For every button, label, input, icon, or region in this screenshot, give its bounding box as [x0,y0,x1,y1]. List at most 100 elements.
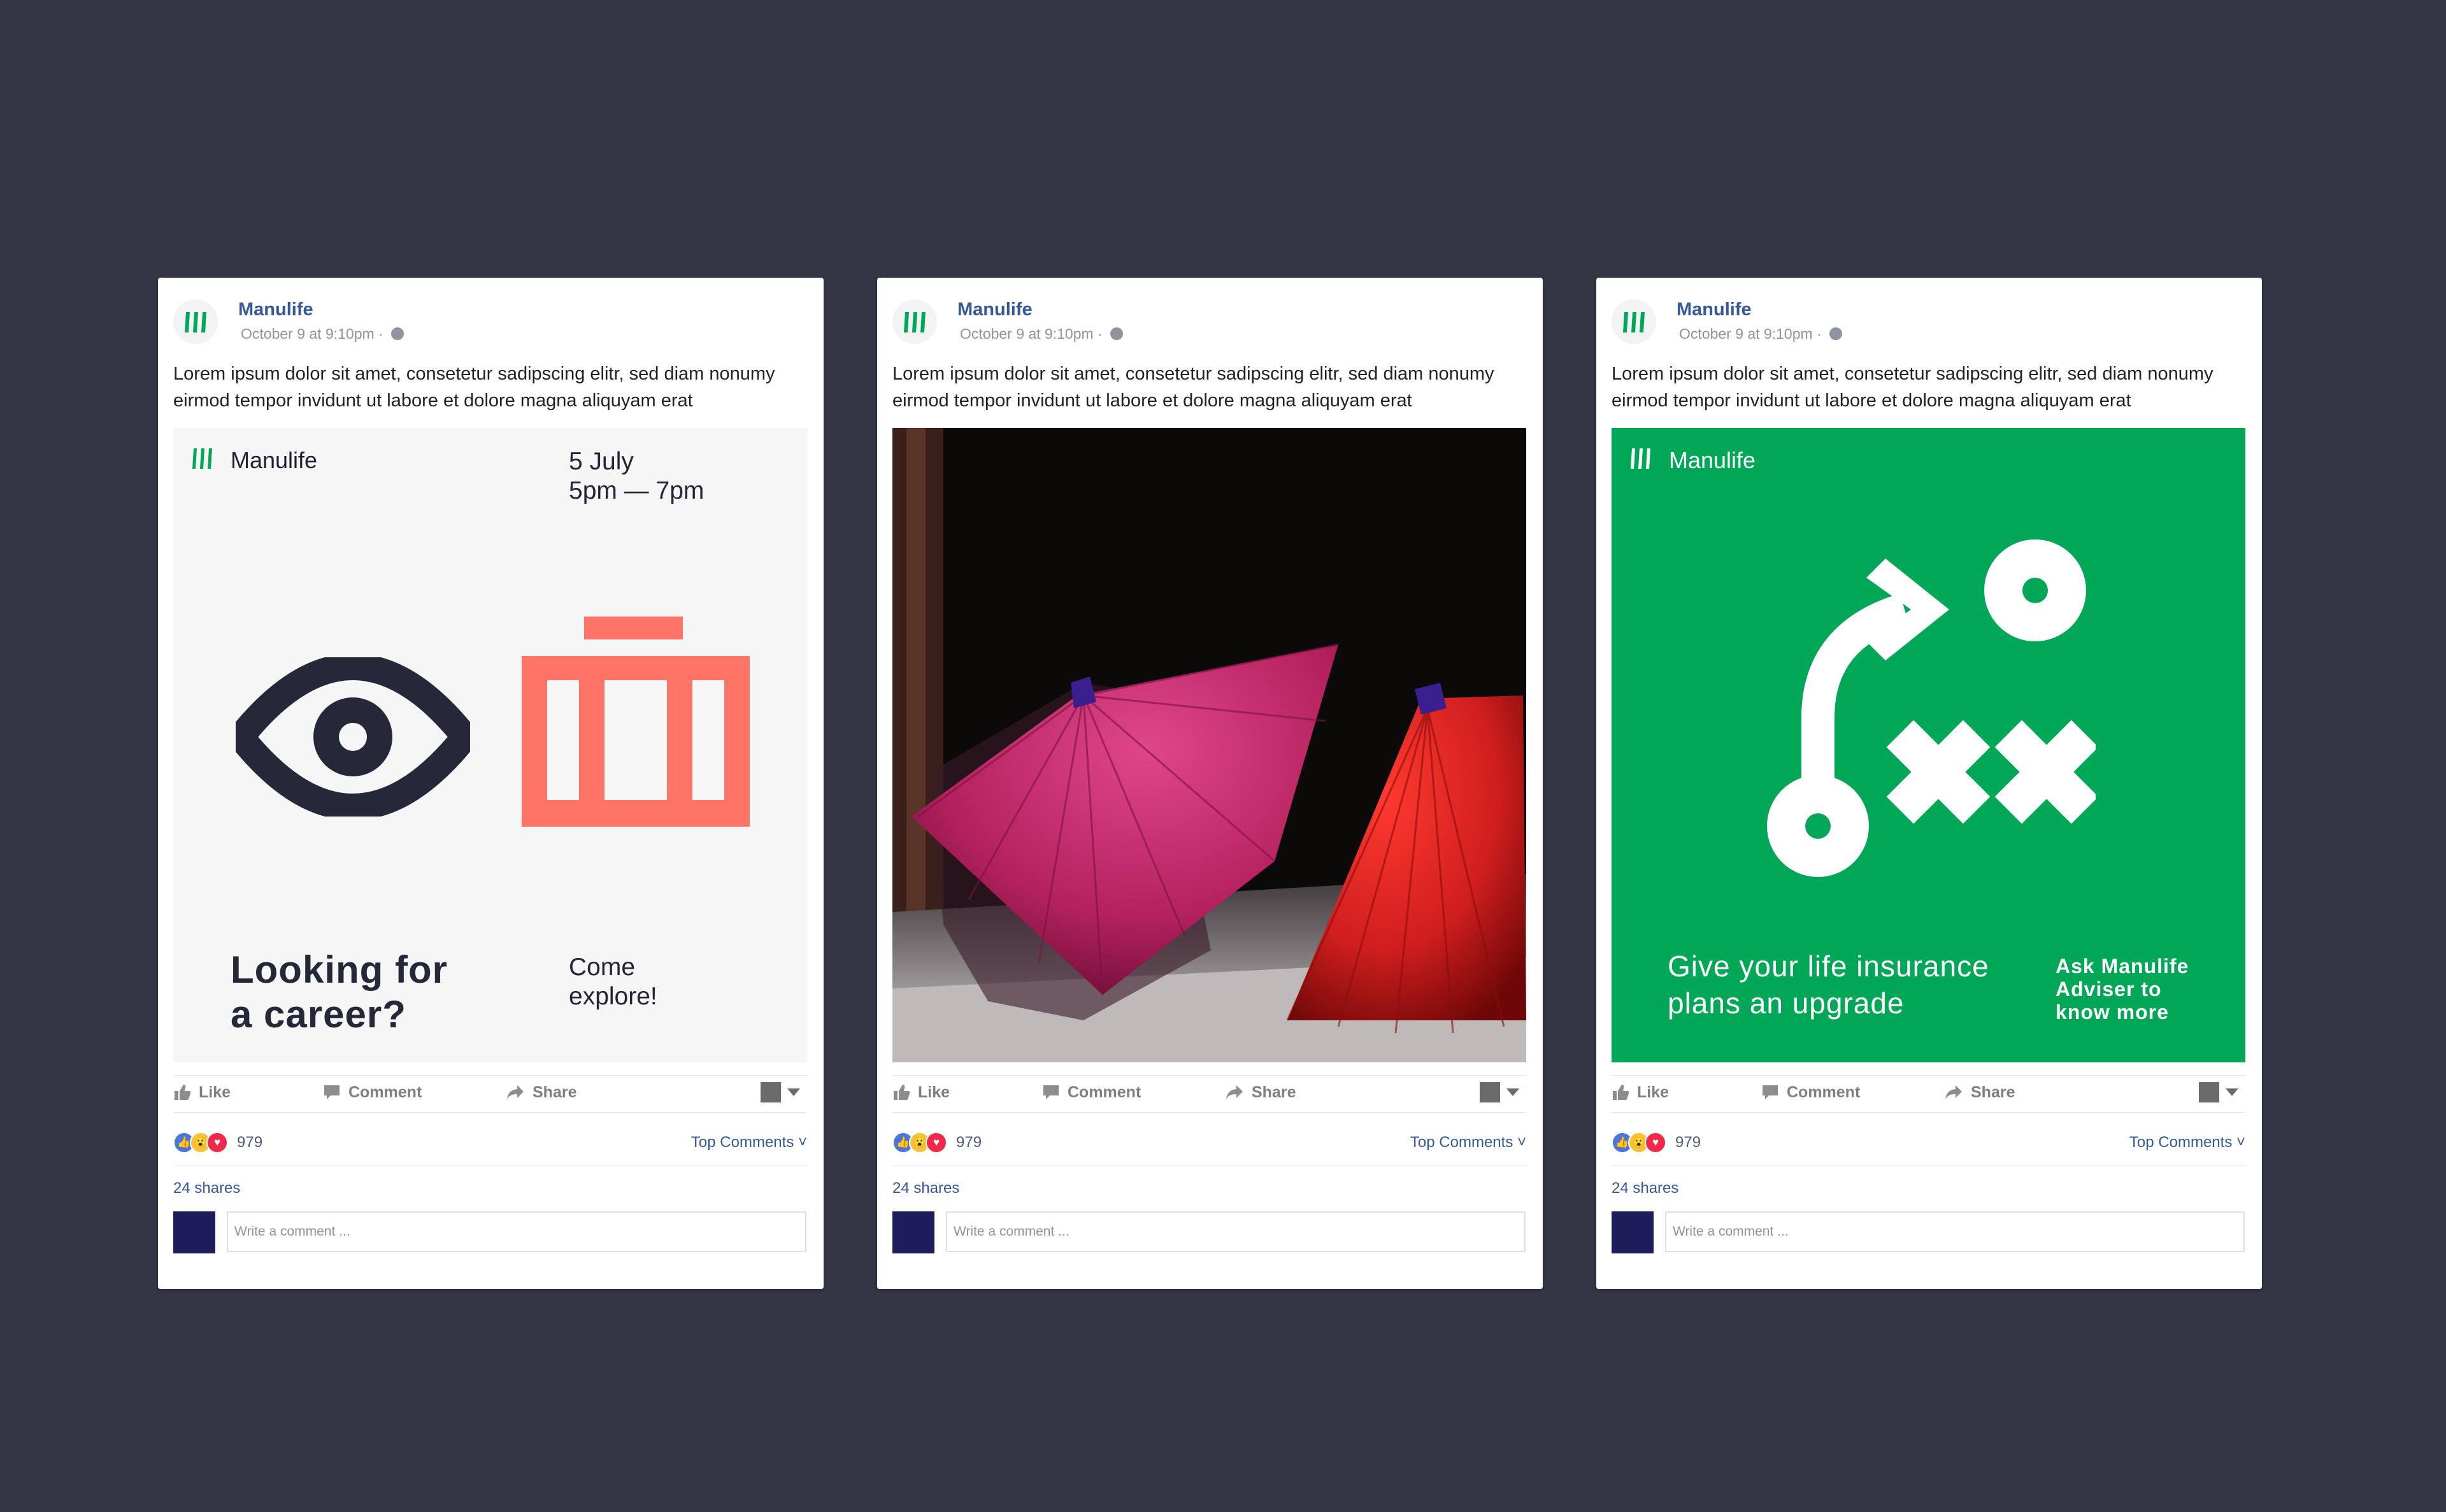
post-header: Manulife October 9 at 9:10pm · [173,293,804,344]
creative-cta: Ask Manulife Adviser to know more [2056,955,2189,1023]
post-creative-career[interactable]: Manulife 5 July 5pm — 7pm Looking for a … [173,428,807,1062]
creative-headline: Give your life insurance plans an upgrad… [1668,948,1989,1022]
post-actions: Like Comment Share [1612,1076,2245,1108]
page-name-link[interactable]: Manulife [1677,299,1752,320]
share-label: Share [1252,1083,1296,1101]
headline-line: Give your life insurance [1668,950,1989,983]
strategy-path-icon [1767,539,2096,877]
top-comments-dropdown[interactable]: Top Comments ˅ [1410,1134,1526,1152]
love-reaction-icon: ♥ [206,1132,228,1153]
shares-count-link[interactable]: 24 shares [173,1180,240,1197]
post-photo-umbrellas[interactable] [892,428,1526,1062]
manulife-logo-icon [904,312,926,332]
like-label: Like [918,1083,950,1101]
shares-count-link[interactable]: 24 shares [1612,1180,1678,1197]
globe-icon [1829,327,1843,340]
top-comments-dropdown[interactable]: Top Comments ˅ [691,1134,807,1152]
share-arrow-icon [507,1085,524,1099]
post-card-umbrellas: Manulife October 9 at 9:10pm · Lorem ips… [877,278,1543,1289]
creative-cta: Come explore! [569,953,657,1011]
comment-input[interactable]: Write a comment ... [946,1211,1526,1252]
post-card-career: Manulife October 9 at 9:10pm · Lorem ips… [158,278,824,1289]
comment-label: Comment [1787,1083,1861,1101]
event-date-time: 5pm — 7pm [569,477,704,504]
divider [892,1112,1526,1113]
page-avatar[interactable] [892,299,937,344]
manulife-logo-icon [185,312,206,332]
briefcase-icon [522,617,750,827]
commenter-avatar [1612,1211,1654,1253]
share-button[interactable]: Share [506,1076,576,1108]
love-reaction-icon: ♥ [1645,1132,1666,1153]
share-label: Share [1971,1083,2015,1101]
creative-headline: Looking for a career? [231,948,448,1037]
post-text: Lorem ipsum dolor sit amet, consetetur s… [173,364,775,411]
comment-bubble-icon [1763,1085,1778,1099]
cta-line: explore! [569,983,657,1010]
post-header: Manulife October 9 at 9:10pm · [892,293,1523,344]
comment-input[interactable]: Write a comment ... [1665,1211,2245,1252]
post-actions: Like Comment Share [892,1076,1526,1108]
manulife-logo-icon [1623,312,1645,332]
caret-down-icon [2226,1088,2238,1096]
comment-label: Comment [1068,1083,1141,1101]
divider [1612,1112,2245,1113]
share-button[interactable]: Share [1225,1076,1296,1108]
thumbs-up-icon [175,1085,191,1100]
like-label: Like [199,1083,231,1101]
headline-line: plans an upgrade [1668,987,1905,1020]
post-creative-insurance[interactable]: Manulife Give your life insurance plans … [1612,428,2245,1062]
comment-button[interactable]: Comment [1042,1076,1141,1108]
comment-input[interactable]: Write a comment ... [227,1211,806,1252]
manulife-logo-icon [1631,448,1650,469]
globe-icon [1110,327,1124,340]
divider [1612,1075,2245,1076]
post-header: Manulife October 9 at 9:10pm · [1612,293,2242,344]
like-button[interactable]: Like [1612,1076,1669,1108]
post-as-selector[interactable] [1480,1076,1519,1108]
post-text: Lorem ipsum dolor sit amet, consetetur s… [1612,364,2214,411]
shares-count-link[interactable]: 24 shares [892,1180,959,1197]
cta-line: Adviser to [2056,978,2162,1001]
page-avatar[interactable] [1612,299,1656,344]
like-button[interactable]: Like [173,1076,231,1108]
share-label: Share [533,1083,577,1101]
headline-line: Looking for [231,948,448,991]
like-label: Like [1637,1083,1670,1101]
comment-button[interactable]: Comment [323,1076,422,1108]
post-timestamp[interactable]: October 9 at 9:10pm [1679,325,1813,342]
reaction-summary[interactable]: 👍 😮 ♥ 979 [892,1130,982,1155]
divider [173,1075,807,1076]
cta-line: Ask Manulife [2056,955,2189,978]
reaction-count: 979 [237,1134,263,1151]
event-date-day: 5 July [569,448,634,475]
event-date: 5 July 5pm — 7pm [569,447,704,506]
top-comments-dropdown[interactable]: Top Comments ˅ [2129,1134,2245,1152]
post-actions: Like Comment Share [173,1076,807,1108]
comment-bubble-icon [1043,1085,1059,1099]
thumbs-up-icon [1613,1085,1629,1100]
post-as-selector[interactable] [2199,1076,2238,1108]
share-arrow-icon [1226,1085,1243,1099]
share-button[interactable]: Share [1944,1076,2015,1108]
post-meta: October 9 at 9:10pm · [1679,325,1843,343]
like-button[interactable]: Like [892,1076,950,1108]
eye-icon [236,657,470,817]
viewer-avatar [761,1082,781,1102]
commenter-avatar [173,1211,215,1253]
reaction-summary[interactable]: 👍 😮 ♥ 979 [173,1130,262,1155]
page-name-link[interactable]: Manulife [957,299,1033,320]
reaction-summary[interactable]: 👍 😮 ♥ 979 [1612,1130,1701,1155]
headline-line: a career? [231,993,406,1036]
divider [892,1075,1526,1076]
post-timestamp[interactable]: October 9 at 9:10pm [241,325,375,342]
comment-button[interactable]: Comment [1761,1076,1860,1108]
viewer-avatar [2199,1082,2219,1102]
page-avatar[interactable] [173,299,218,344]
post-as-selector[interactable] [761,1076,800,1108]
manulife-logo-icon [192,448,212,469]
post-timestamp[interactable]: October 9 at 9:10pm [960,325,1094,342]
caret-down-icon [787,1088,800,1096]
post-card-insurance: Manulife October 9 at 9:10pm · Lorem ips… [1596,278,2262,1289]
page-name-link[interactable]: Manulife [238,299,313,320]
